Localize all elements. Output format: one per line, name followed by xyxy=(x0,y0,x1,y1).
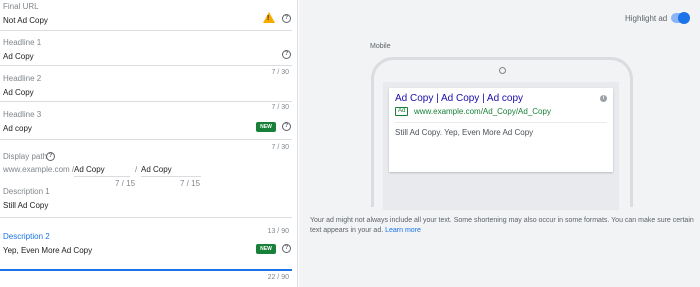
help-icon[interactable]: ? xyxy=(282,50,291,59)
camera-icon xyxy=(499,67,506,74)
help-icon[interactable]: ? xyxy=(282,14,291,23)
headline1-field[interactable]: Headline 1 Ad Copy ? xyxy=(0,36,298,66)
path1-underline xyxy=(74,176,130,177)
description2-counter: 22 / 90 xyxy=(267,274,289,281)
headline1-underline xyxy=(0,65,292,66)
toggle-knob xyxy=(678,12,690,24)
final-url-underline xyxy=(0,30,292,31)
ad-preview-panel: Highlight ad Mobile Ad Copy | Ad Copy | … xyxy=(299,0,700,287)
display-path-label: Display path xyxy=(3,152,48,161)
learn-more-link[interactable]: Learn more xyxy=(385,227,421,234)
path2-input[interactable]: Ad Copy xyxy=(141,165,172,174)
headline3-field[interactable]: Headline 3 Ad copy NEW ? xyxy=(0,108,298,140)
headline2-field[interactable]: Headline 2 Ad Copy xyxy=(0,72,298,102)
info-icon[interactable]: i xyxy=(600,95,607,102)
new-badge: NEW xyxy=(256,122,276,132)
description1-label: Description 1 xyxy=(3,187,50,196)
warning-icon: ! xyxy=(263,12,275,23)
display-path-field: Display path ? www.example.com / Ad Copy… xyxy=(0,150,298,188)
highlight-ad-toggle[interactable] xyxy=(671,12,690,24)
help-icon[interactable]: ? xyxy=(282,122,291,131)
description2-label: Description 2 xyxy=(3,232,50,241)
highlight-ad-label: Highlight ad xyxy=(625,14,668,23)
help-icon[interactable]: ? xyxy=(282,244,291,253)
ad-form-panel: Final URL Not Ad Copy ! ? Headline 1 Ad … xyxy=(0,0,298,287)
phone-frame: Ad Copy | Ad Copy | Ad copy i Ad www.exa… xyxy=(371,57,633,210)
description1-value[interactable]: Still Ad Copy xyxy=(3,201,48,210)
headline3-value[interactable]: Ad copy xyxy=(3,124,32,133)
final-url-value[interactable]: Not Ad Copy xyxy=(3,16,48,25)
path-separator: / xyxy=(135,165,138,174)
headline2-value[interactable]: Ad Copy xyxy=(3,88,34,97)
display-path-domain: www.example.com / xyxy=(3,165,75,174)
ad-card[interactable]: Ad Copy | Ad Copy | Ad copy i Ad www.exa… xyxy=(389,88,613,172)
preview-note: Your ad might not always include all you… xyxy=(310,216,696,236)
ad-display-url: www.example.com/Ad_Copy/Ad_Copy xyxy=(414,107,551,116)
ad-badge: Ad xyxy=(395,107,409,116)
headline2-label: Headline 2 xyxy=(3,74,42,83)
ad-divider xyxy=(395,122,607,123)
description2-field[interactable]: Description 2 Yep, Even More Ad Copy NEW… xyxy=(0,230,298,272)
final-url-field[interactable]: Final URL Not Ad Copy ! ? xyxy=(0,0,298,31)
phone-screen: Ad Copy | Ad Copy | Ad copy i Ad www.exa… xyxy=(383,82,619,210)
ad-headline[interactable]: Ad Copy | Ad Copy | Ad copy xyxy=(395,93,523,104)
note-text: Your ad might not always include all you… xyxy=(310,217,694,234)
ad-description: Still Ad Copy. Yep, Even More Ad Copy xyxy=(395,128,534,137)
device-label: Mobile xyxy=(370,43,391,50)
path2-underline xyxy=(141,176,201,177)
headline2-underline xyxy=(0,101,292,102)
headline3-underline xyxy=(0,139,292,140)
headline1-value[interactable]: Ad Copy xyxy=(3,52,34,61)
path1-input[interactable]: Ad Copy xyxy=(74,165,105,174)
description2-underline-active xyxy=(0,269,292,271)
description1-underline xyxy=(0,217,292,218)
new-badge: NEW xyxy=(256,244,276,254)
help-icon[interactable]: ? xyxy=(46,152,55,161)
final-url-label: Final URL xyxy=(3,2,39,11)
description1-field[interactable]: Description 1 Still Ad Copy xyxy=(0,185,298,218)
headline3-label: Headline 3 xyxy=(3,110,42,119)
headline1-label: Headline 1 xyxy=(3,38,42,47)
description2-value[interactable]: Yep, Even More Ad Copy xyxy=(3,246,92,255)
